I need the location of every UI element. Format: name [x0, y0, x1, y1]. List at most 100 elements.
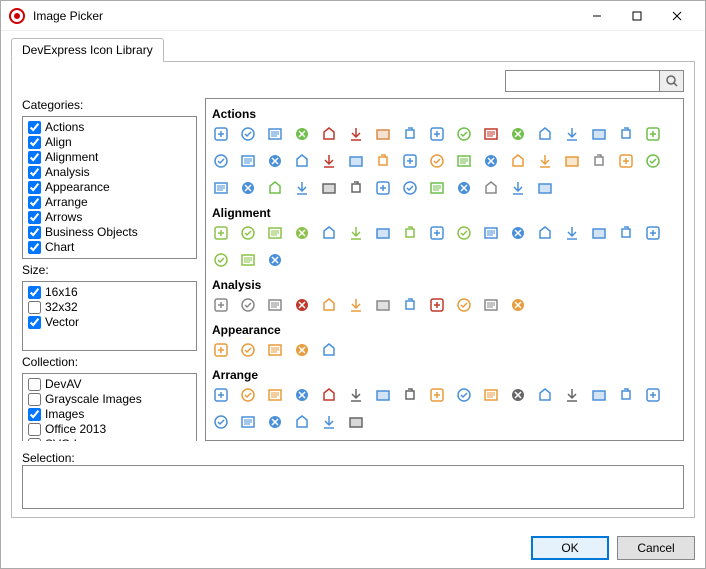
icon-ar14[interactable] — [563, 386, 580, 403]
icon-al17[interactable] — [644, 224, 661, 241]
collection-item-office-2013[interactable]: Office 2013 — [28, 422, 191, 437]
icon-ar16[interactable] — [617, 386, 634, 403]
icon-ap1[interactable] — [212, 341, 229, 358]
icon-ab[interactable] — [212, 152, 229, 169]
icon-an5[interactable] — [320, 296, 337, 313]
icon-next[interactable] — [293, 179, 310, 196]
category-checkbox[interactable] — [28, 151, 41, 164]
category-item-chart[interactable]: Chart — [28, 240, 191, 255]
search-button[interactable] — [660, 70, 684, 92]
icon-ar15[interactable] — [590, 386, 607, 403]
icon-cancel[interactable] — [347, 125, 364, 142]
collection-checkbox[interactable] — [28, 378, 41, 391]
icon-clip[interactable] — [428, 125, 445, 142]
collection-item-svg-images[interactable]: SVG Images — [28, 437, 191, 441]
category-checkbox[interactable] — [28, 181, 41, 194]
size-item-32x32[interactable]: 32x32 — [28, 300, 191, 315]
collection-checkbox[interactable] — [28, 408, 41, 421]
category-checkbox[interactable] — [28, 211, 41, 224]
icon-al11[interactable] — [482, 224, 499, 241]
size-checkbox[interactable] — [28, 301, 41, 314]
search-input[interactable] — [505, 70, 660, 92]
icon-select[interactable] — [320, 179, 337, 196]
icon-grid[interactable]: ActionsAlignmentAnalysisAppearanceArrang… — [205, 98, 684, 441]
icon-convert[interactable] — [509, 125, 526, 142]
category-item-arrange[interactable]: Arrange — [28, 195, 191, 210]
close-button[interactable] — [657, 2, 697, 30]
category-item-align[interactable]: Align — [28, 135, 191, 150]
icon-ap5[interactable] — [320, 341, 337, 358]
category-checkbox[interactable] — [28, 241, 41, 254]
icon-trash[interactable] — [482, 179, 499, 196]
category-checkbox[interactable] — [28, 226, 41, 239]
icon-an11[interactable] — [482, 296, 499, 313]
icon-al16[interactable] — [617, 224, 634, 241]
icon-an12[interactable] — [509, 296, 526, 313]
category-item-alignment[interactable]: Alignment — [28, 150, 191, 165]
icon-paste[interactable] — [617, 152, 634, 169]
icon-ar6[interactable] — [347, 386, 364, 403]
collection-item-grayscale-images[interactable]: Grayscale Images — [28, 392, 191, 407]
icon-open[interactable] — [509, 152, 526, 169]
icon-ar5[interactable] — [320, 386, 337, 403]
icon-open3[interactable] — [563, 152, 580, 169]
icon-book[interactable] — [590, 152, 607, 169]
size-checkbox[interactable] — [28, 286, 41, 299]
icon-select2[interactable] — [347, 179, 364, 196]
icon-an6[interactable] — [347, 296, 364, 313]
icon-an8[interactable] — [401, 296, 418, 313]
size-item-16x16[interactable]: 16x16 — [28, 285, 191, 300]
icon-ar1[interactable] — [212, 386, 229, 403]
icon-ar18[interactable] — [212, 413, 229, 430]
icon-an4[interactable] — [293, 296, 310, 313]
icon-apply[interactable] — [293, 125, 310, 142]
icon-edit2[interactable] — [293, 152, 310, 169]
cancel-button[interactable]: Cancel — [617, 536, 695, 560]
icon-close2[interactable] — [482, 125, 499, 142]
icon-al5[interactable] — [320, 224, 337, 241]
icon-add-file[interactable] — [239, 125, 256, 142]
category-item-appearance[interactable]: Appearance — [28, 180, 191, 195]
collection-item-images[interactable]: Images — [28, 407, 191, 422]
maximize-button[interactable] — [617, 2, 657, 30]
size-checkbox[interactable] — [28, 316, 41, 329]
icon-al15[interactable] — [590, 224, 607, 241]
icon-an7[interactable] — [374, 296, 391, 313]
icon-al9[interactable] — [428, 224, 445, 241]
icon-form2[interactable] — [374, 152, 391, 169]
icon-close[interactable] — [455, 125, 472, 142]
icon-ar13[interactable] — [536, 386, 553, 403]
icon-al13[interactable] — [536, 224, 553, 241]
icon-al7[interactable] — [374, 224, 391, 241]
icon-new[interactable] — [482, 152, 499, 169]
icon-an2[interactable] — [239, 296, 256, 313]
icon-al6[interactable] — [347, 224, 364, 241]
icon-cut[interactable] — [563, 125, 580, 142]
category-checkbox[interactable] — [28, 166, 41, 179]
icon-show2[interactable] — [401, 179, 418, 196]
icon-ar7[interactable] — [374, 386, 391, 403]
category-checkbox[interactable] — [28, 196, 41, 209]
icon-upload[interactable] — [509, 179, 526, 196]
icon-ar2[interactable] — [239, 386, 256, 403]
icon-al10[interactable] — [455, 224, 472, 241]
icon-download[interactable] — [617, 125, 634, 142]
collection-checkbox[interactable] — [28, 438, 41, 441]
icon-grid[interactable] — [401, 152, 418, 169]
icon-open2[interactable] — [536, 152, 553, 169]
ok-button[interactable]: OK — [531, 536, 609, 560]
icon-ar11[interactable] — [482, 386, 499, 403]
icon-ar19[interactable] — [239, 413, 256, 430]
icon-al18[interactable] — [212, 251, 229, 268]
icon-ar3[interactable] — [266, 386, 283, 403]
icon-split[interactable] — [428, 179, 445, 196]
category-checkbox[interactable] — [28, 136, 41, 149]
icon-al8[interactable] — [401, 224, 418, 241]
icon-ar4[interactable] — [293, 386, 310, 403]
icon-add[interactable] — [212, 125, 229, 142]
icon-al3[interactable] — [266, 224, 283, 241]
icon-ap3[interactable] — [266, 341, 283, 358]
icon-ar17[interactable] — [644, 386, 661, 403]
category-item-business-objects[interactable]: Business Objects — [28, 225, 191, 240]
icon-an10[interactable] — [455, 296, 472, 313]
